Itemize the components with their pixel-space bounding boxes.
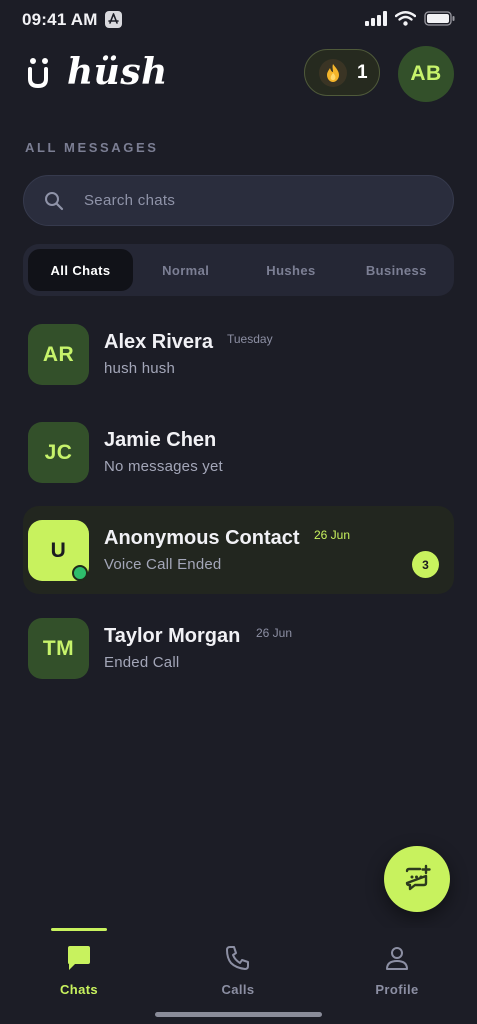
bottom-nav: Chats Calls Profile — [0, 928, 477, 1024]
chat-time: Tuesday — [227, 332, 273, 346]
tab-all-chats[interactable]: All Chats — [28, 249, 133, 291]
nav-active-indicator — [51, 928, 107, 931]
chat-row-jamie-chen[interactable]: JC Jamie Chen No messages yet — [23, 408, 454, 496]
chat-time: 26 Jun — [256, 626, 293, 640]
chat-name: Anonymous Contact — [104, 527, 300, 549]
chats-screen: 09:41 AM hüsh 1 AB ALL MESSAGES Search c… — [0, 0, 477, 1024]
tab-hushes[interactable]: Hushes — [238, 249, 343, 291]
status-bar: 09:41 AM — [0, 0, 477, 42]
filter-tabs: All Chats Normal Hushes Business — [23, 244, 454, 296]
wifi-icon — [395, 11, 416, 26]
online-status-dot — [72, 565, 88, 581]
flame-coin-icon — [319, 58, 347, 87]
nav-chats[interactable]: Chats — [29, 928, 129, 1008]
status-icons — [365, 11, 455, 26]
brand-logo: hüsh — [25, 48, 168, 96]
chat-preview: Voice Call Ended — [104, 556, 222, 573]
battery-icon — [424, 11, 455, 26]
coin-balance-button[interactable]: 1 — [304, 49, 380, 96]
coin-count: 1 — [357, 61, 368, 83]
nav-label: Calls — [221, 982, 255, 997]
tab-normal[interactable]: Normal — [133, 249, 238, 291]
user-avatar-button[interactable]: AB — [398, 46, 454, 102]
chat-time: 26 Jun — [314, 528, 351, 542]
person-icon — [383, 944, 411, 972]
chat-name: Jamie Chen — [104, 429, 217, 451]
nav-label: Chats — [59, 982, 99, 997]
chat-preview: Ended Call — [104, 654, 180, 671]
signal-icon — [365, 11, 387, 26]
chat-avatar: JC — [28, 422, 89, 483]
search-icon — [45, 191, 64, 210]
unread-count-badge: 3 — [412, 551, 439, 578]
chat-row-anonymous-contact[interactable]: U Anonymous Contact 26 Jun Voice Call En… — [23, 506, 454, 594]
chat-preview: hush hush — [104, 360, 176, 377]
new-chat-button[interactable] — [384, 846, 450, 912]
new-chat-icon — [405, 864, 431, 891]
brand-name: hüsh — [67, 51, 168, 93]
status-time: 09:41 AM — [22, 10, 98, 29]
nav-profile[interactable]: Profile — [347, 928, 447, 1008]
nav-label: Profile — [375, 982, 419, 997]
chat-avatar: TM — [28, 618, 89, 679]
chat-name: Taylor Morgan — [104, 625, 241, 647]
phone-icon — [224, 944, 252, 972]
hush-logo-icon — [28, 58, 48, 89]
chat-avatar: AR — [28, 324, 89, 385]
chat-bubble-icon — [65, 944, 93, 972]
nav-calls[interactable]: Calls — [188, 928, 288, 1008]
chat-row-taylor-morgan[interactable]: TM Taylor Morgan 26 Jun Ended Call — [23, 604, 454, 692]
home-indicator — [155, 1012, 322, 1017]
tab-business[interactable]: Business — [344, 249, 449, 291]
chat-row-alex-rivera[interactable]: AR Alex Rivera Tuesday hush hush — [23, 310, 454, 398]
app-store-icon — [105, 11, 122, 28]
chat-preview: No messages yet — [104, 458, 223, 475]
search-placeholder: Search chats — [84, 192, 176, 209]
chat-name: Alex Rivera — [104, 331, 213, 353]
search-input[interactable]: Search chats — [23, 175, 454, 226]
section-label: ALL MESSAGES — [25, 140, 159, 155]
